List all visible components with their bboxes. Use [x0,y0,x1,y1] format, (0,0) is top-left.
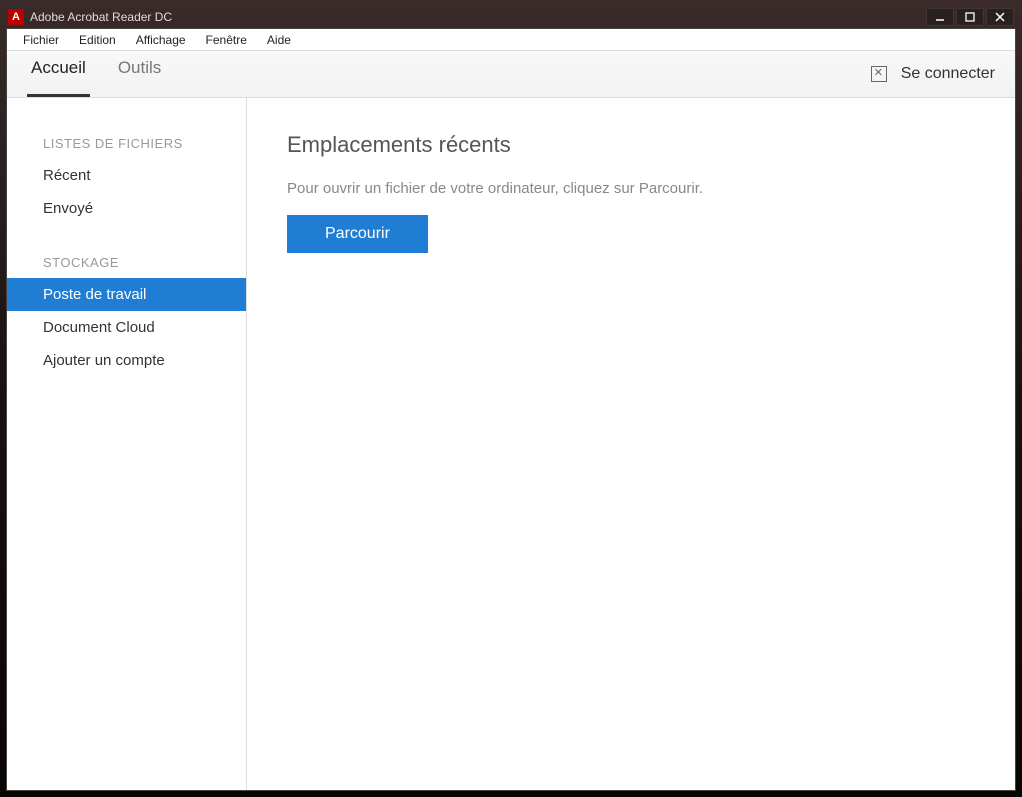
sidebar-section-stockage: STOCKAGE Poste de travail Document Cloud… [7,247,246,377]
menu-aide[interactable]: Aide [257,31,301,49]
page-title: Emplacements récents [287,132,975,158]
menu-fenetre[interactable]: Fenêtre [196,31,257,49]
window-title: Adobe Acrobat Reader DC [30,10,172,24]
sidebar: LISTES DE FICHIERS Récent Envoyé STOCKAG… [7,98,247,790]
tabbar-right: Se connecter [871,65,995,83]
sidebar-item-envoye[interactable]: Envoyé [7,192,246,225]
window-controls [926,8,1014,26]
main-area: Emplacements récents Pour ouvrir un fich… [247,98,1015,790]
sidebar-item-ajouter-compte[interactable]: Ajouter un compte [7,344,246,377]
sidebar-item-document-cloud[interactable]: Document Cloud [7,311,246,344]
signin-link[interactable]: Se connecter [901,65,995,83]
body-area: LISTES DE FICHIERS Récent Envoyé STOCKAG… [7,98,1015,790]
tabbar: Accueil Outils Se connecter [7,51,1015,98]
app-content: Fichier Edition Affichage Fenêtre Aide A… [6,28,1016,791]
close-button[interactable] [986,8,1014,26]
menu-affichage[interactable]: Affichage [126,31,196,49]
window-frame: A Adobe Acrobat Reader DC Fichier Editio… [0,0,1022,797]
menubar: Fichier Edition Affichage Fenêtre Aide [7,29,1015,51]
app-icon-letter: A [12,11,20,23]
menu-edition[interactable]: Edition [69,31,126,49]
titlebar[interactable]: A Adobe Acrobat Reader DC [6,6,1016,28]
tab-outils[interactable]: Outils [114,51,165,97]
sidebar-item-poste-de-travail[interactable]: Poste de travail [7,278,246,311]
minimize-button[interactable] [926,8,954,26]
sidebar-item-recent[interactable]: Récent [7,159,246,192]
sidebar-heading-stockage: STOCKAGE [7,247,246,278]
menu-fichier[interactable]: Fichier [13,31,69,49]
signin-icon [871,66,887,82]
maximize-button[interactable] [956,8,984,26]
browse-button[interactable]: Parcourir [287,215,428,253]
sidebar-section-listes: LISTES DE FICHIERS Récent Envoyé [7,128,246,225]
hint-text: Pour ouvrir un fichier de votre ordinate… [287,180,975,197]
tab-accueil[interactable]: Accueil [27,51,90,97]
app-icon: A [8,9,24,25]
sidebar-heading-listes: LISTES DE FICHIERS [7,128,246,159]
